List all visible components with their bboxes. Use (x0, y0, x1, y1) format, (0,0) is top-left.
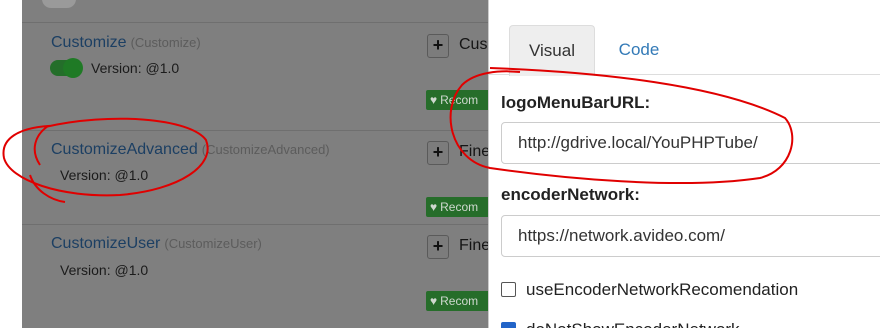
plus-icon[interactable]: + (427, 34, 449, 58)
encoder-network-input[interactable]: https://network.avideo.com/ (501, 215, 880, 257)
encoder-network-label: encoderNetwork: (501, 185, 640, 204)
recommend-label: Recom (440, 294, 479, 308)
heart-icon: ♥ (430, 93, 438, 107)
recommend-badge[interactable]: ♥ Recom (426, 197, 488, 217)
heart-icon: ♥ (430, 294, 438, 308)
tab-visual[interactable]: Visual (509, 25, 595, 76)
plugin-row: Customize (Customize) Version: @1.0 + Cus… (22, 22, 488, 130)
plugin-list-background: Customize (Customize) Version: @1.0 + Cus… (22, 0, 488, 328)
plugin-row: CustomizeAdvanced (CustomizeAdvanced) Ver… (22, 130, 488, 224)
plugin-version: Version: @1.0 (60, 262, 149, 278)
previous-plugin-toggle[interactable] (42, 0, 76, 8)
plugin-name-text[interactable]: CustomizeAdvanced (51, 141, 198, 158)
do-not-show-encoder-network-checkbox[interactable] (501, 322, 516, 328)
toggle-knob (63, 58, 83, 78)
plugin-name-text[interactable]: CustomizeUser (51, 235, 160, 252)
logo-menubar-url-input[interactable]: http://gdrive.local/YouPHPTube/ (501, 122, 880, 164)
plugin-dir: (Customize) (130, 35, 201, 50)
heart-icon: ♥ (430, 200, 438, 214)
plugin-version: Version: @1.0 (60, 167, 149, 183)
plugin-version: Version: @1.0 (91, 60, 180, 76)
editor-tabs: Visual Code (489, 25, 880, 76)
plugin-dir: (CustomizeAdvanced) (201, 142, 330, 157)
logo-menubar-url-label: logoMenuBarURL: (501, 93, 651, 112)
options-button-label[interactable]: Fine (459, 143, 488, 161)
plugin-row: CustomizeUser (CustomizeUser) Version: @1… (22, 224, 488, 328)
plugin-name[interactable]: CustomizeUser (CustomizeUser) (51, 235, 262, 253)
use-encoder-network-recomendation-label[interactable]: useEncoderNetworkRecomendation (526, 280, 798, 299)
plugin-name-text[interactable]: Customize (51, 34, 127, 51)
recommend-label: Recom (440, 200, 479, 214)
plugin-dir: (CustomizeUser) (164, 236, 262, 251)
options-button-label[interactable]: Fine (459, 237, 488, 255)
recommend-label: Recom (440, 93, 479, 107)
plus-icon[interactable]: + (427, 141, 449, 165)
plugin-settings-modal: Visual Code logoMenuBarURL: http://gdriv… (488, 0, 880, 328)
plugin-name[interactable]: CustomizeAdvanced (CustomizeAdvanced) (51, 141, 330, 159)
recommend-badge[interactable]: ♥ Recom (426, 291, 488, 311)
use-encoder-network-recomendation-checkbox[interactable] (501, 282, 516, 297)
plugin-name[interactable]: Customize (Customize) (51, 34, 201, 52)
recommend-badge[interactable]: ♥ Recom (426, 90, 488, 110)
page-left-margin (0, 0, 22, 328)
use-encoder-network-recomendation-row[interactable]: useEncoderNetworkRecomendation (501, 280, 798, 300)
do-not-show-encoder-network-label[interactable]: doNotShowEncoderNetwork (526, 320, 740, 328)
tab-code[interactable]: Code (601, 25, 677, 76)
plus-icon[interactable]: + (427, 235, 449, 259)
customize-button-label[interactable]: Cus (459, 36, 487, 54)
plugin-enabled-toggle[interactable] (50, 58, 83, 78)
do-not-show-encoder-network-row[interactable]: doNotShowEncoderNetwork (501, 320, 740, 328)
